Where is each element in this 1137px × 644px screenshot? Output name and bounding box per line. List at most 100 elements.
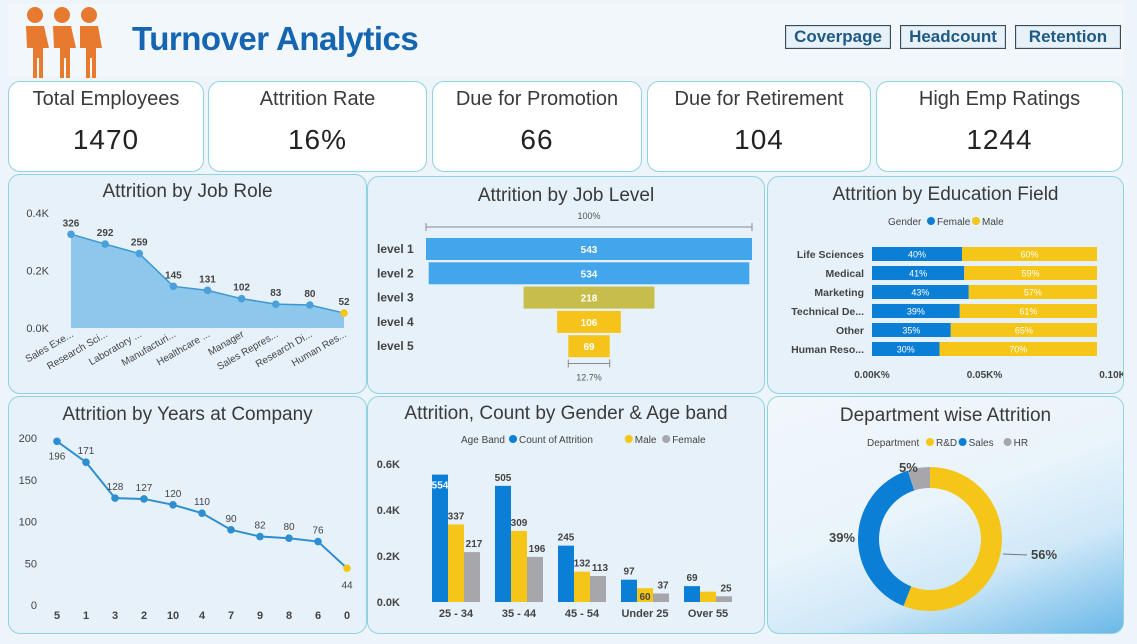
retention-button[interactable]: Retention (1015, 25, 1121, 49)
data-label: 196 (49, 451, 66, 462)
kpi-value: 66 (520, 124, 554, 155)
bar (621, 579, 637, 602)
bar-label: 65% (1015, 326, 1033, 336)
x-tick-label: 10 (167, 610, 179, 622)
x-tick-label: 3 (112, 610, 118, 622)
data-label: 171 (78, 446, 95, 457)
data-point (203, 286, 212, 295)
bar-label: 69 (686, 573, 698, 584)
x-tick-label: Over 55 (688, 608, 728, 620)
bar-label: 35% (902, 326, 920, 336)
kpi-value: 16% (287, 124, 348, 155)
data-point (101, 240, 109, 248)
legend-label: Sales (969, 438, 994, 449)
funnel-value-label: 543 (581, 245, 598, 256)
education-chart: Gender Female Male Life Sciences 40% 60% Medic… (791, 217, 1123, 381)
legend-marker (624, 435, 633, 443)
x-tick-label: 0.00K% (854, 370, 890, 381)
category-label: Marketing (814, 287, 864, 299)
data-label: 80 (283, 522, 295, 533)
bar-label: 30% (897, 345, 915, 355)
data-label: 110 (194, 497, 210, 508)
category-label: Life Sciences (797, 249, 864, 261)
bar-label: 132 (574, 559, 591, 570)
data-label: 120 (165, 489, 182, 500)
data-point (343, 564, 351, 573)
y-tick-label: 0.2K (26, 266, 49, 278)
bar (527, 556, 543, 602)
legend-label: Male (982, 217, 1004, 228)
bar (700, 591, 716, 602)
data-label: 145 (165, 270, 182, 281)
bar (574, 571, 590, 602)
bar-label: 61% (1019, 307, 1037, 317)
data-point (285, 534, 293, 542)
donut-slice (858, 470, 915, 606)
bar-label: 113 (592, 563, 609, 574)
data-label: 52 (338, 297, 350, 308)
legend-marker (662, 435, 671, 443)
x-tick-label: 5 (54, 610, 60, 622)
legend-title: Age Band (461, 435, 505, 446)
bar-label: 43% (911, 288, 929, 298)
data-point (140, 495, 148, 503)
legend-label: Count of Attrition (519, 435, 593, 446)
job-role-card: Attrition by Job Role 0.4K 0.2K 0.0K 326 Sal… (8, 174, 367, 394)
x-tick-label: 2 (141, 610, 147, 622)
kpi-label: Due for Promotion (455, 88, 619, 110)
kpi-value: 104 (734, 124, 784, 155)
headcount-button[interactable]: Headcount (900, 25, 1006, 49)
kpi-label: Attrition Rate (259, 88, 376, 110)
bar-label: 37 (657, 580, 669, 591)
job-role-chart: 0.4K0.2K0.0K326Sales Exe...292Research S… (24, 208, 350, 373)
job-level-chart: 100% level 1 543 level 2 534 level 3 218 level … (377, 211, 753, 383)
bar-label: 554 (432, 481, 449, 492)
bar-label: 39% (907, 307, 925, 317)
slice-leader-line (1002, 553, 1028, 556)
bar-label: 70% (1009, 345, 1027, 355)
x-tick-label: 0 (344, 610, 350, 622)
bar-label: 245 (558, 533, 575, 544)
coverpage-button[interactable]: Coverpage (785, 25, 891, 49)
bar-label: 217 (466, 539, 483, 550)
x-tick-label: Under 25 (621, 608, 668, 620)
bar (495, 485, 511, 602)
bar-label: 60 (639, 592, 651, 603)
data-label: 102 (233, 283, 250, 294)
data-label: 44 (341, 580, 353, 591)
data-point (169, 282, 178, 291)
slice-label: 5% (899, 460, 918, 475)
bar (511, 530, 527, 602)
data-label: 259 (131, 238, 148, 249)
legend-title: Gender (888, 217, 922, 228)
x-tick-label: 8 (286, 610, 292, 622)
page-title: Turnover Analytics (132, 20, 419, 57)
legend-marker (958, 438, 967, 446)
data-point (111, 494, 119, 502)
bar (432, 474, 448, 602)
funnel-bottom-label: 12.7% (576, 373, 602, 383)
bar (448, 524, 464, 602)
level-label: level 1 (377, 242, 414, 256)
bar-label: 57% (1024, 288, 1042, 298)
y-tick-label: 0.0K (377, 597, 400, 609)
data-point (340, 309, 348, 317)
data-point (227, 526, 235, 534)
bar-label: 97 (623, 567, 635, 578)
kpi-due-retirement: Due for Retirement 104 (647, 81, 871, 172)
funnel-value-label: 69 (583, 342, 595, 353)
data-point (169, 501, 177, 509)
bar (653, 593, 669, 602)
legend-marker (1003, 438, 1012, 446)
x-tick-label: 7 (228, 610, 234, 622)
legend-marker (926, 438, 934, 446)
bar (716, 596, 732, 602)
x-tick-label: 6 (315, 610, 321, 622)
data-label: 326 (63, 218, 80, 229)
level-label: level 3 (377, 291, 414, 305)
funnel-top-label: 100% (577, 211, 600, 221)
bar-label: 60% (1020, 250, 1038, 260)
bar (558, 545, 574, 602)
bar-label: 309 (511, 518, 528, 529)
bar-label: 196 (529, 544, 546, 555)
